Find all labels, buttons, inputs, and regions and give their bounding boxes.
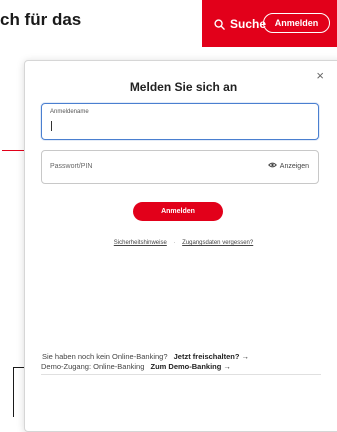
show-password-label: Anzeigen bbox=[279, 162, 309, 170]
security-notes-link[interactable]: Sicherheitshinweise bbox=[114, 240, 167, 246]
search-button[interactable]: Suche bbox=[214, 14, 266, 34]
demo-text: Demo-Zugang: Online-Banking bbox=[41, 362, 145, 371]
background-headline: ch für das bbox=[0, 10, 82, 29]
login-submit-button[interactable]: Anmelden bbox=[133, 202, 223, 221]
no-banking-text: Sie haben noch kein Online-Banking? bbox=[42, 352, 168, 361]
show-password-button[interactable]: Anzeigen bbox=[267, 162, 309, 170]
link-separator: · bbox=[173, 240, 176, 246]
password-placeholder: Passwort/PIN bbox=[50, 163, 93, 170]
text-cursor bbox=[51, 121, 52, 131]
divider bbox=[41, 374, 321, 375]
login-dialog: × Melden Sie sich an Anmeldename Passwor… bbox=[24, 60, 337, 432]
username-field[interactable]: Anmeldename bbox=[41, 103, 319, 140]
activate-banking-row: Sie haben noch kein Online-Banking? Jetz… bbox=[42, 352, 249, 361]
search-icon bbox=[214, 18, 225, 30]
search-label: Suche bbox=[230, 17, 267, 31]
password-field[interactable]: Passwort/PIN Anzeigen bbox=[41, 150, 319, 184]
activate-banking-link[interactable]: Jetzt freischalten? → bbox=[174, 352, 249, 361]
forgot-credentials-link[interactable]: Zugangsdaten vergessen? bbox=[182, 240, 253, 246]
username-label: Anmeldename bbox=[50, 109, 89, 115]
dialog-title: Melden Sie sich an bbox=[129, 80, 238, 94]
demo-banking-link[interactable]: Zum Demo-Banking → bbox=[150, 362, 230, 371]
help-links: Sicherheitshinweise · Zugangsdaten verge… bbox=[25, 240, 337, 246]
demo-access-row-visible: Demo-Zugang: Online-Banking Zum Demo-Ban… bbox=[41, 362, 231, 371]
eye-icon bbox=[267, 162, 277, 170]
top-navigation-bar: Suche Anmelden bbox=[202, 0, 337, 47]
callout-line bbox=[13, 367, 14, 417]
header-login-button[interactable]: Anmelden bbox=[263, 13, 330, 33]
